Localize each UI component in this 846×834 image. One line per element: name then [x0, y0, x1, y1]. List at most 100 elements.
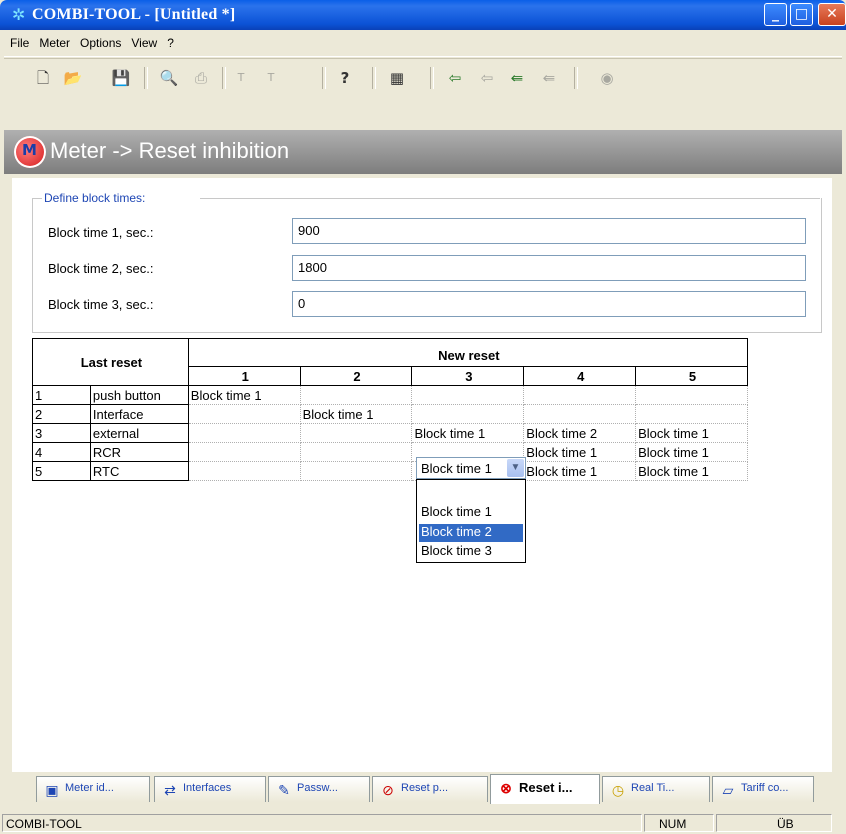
toolbar-separator — [574, 67, 578, 89]
read-all-icon[interactable]: ⇚ — [506, 67, 528, 89]
grid-cell[interactable]: Block time 1 — [523, 461, 637, 481]
table-row: 4 RCR Block time 1 Block time 1 — [32, 442, 752, 462]
title-bar: ✲ COMBI-TOOL - [Untitled *] _ □ ✕ — [0, 0, 846, 30]
new-icon[interactable]: 🗋 — [32, 67, 54, 89]
grid-cell[interactable] — [411, 404, 525, 424]
menu-file[interactable]: File — [4, 36, 34, 50]
row-label: push button — [89, 385, 189, 405]
row-label: Interface — [89, 404, 189, 424]
read-all-dim-icon[interactable]: ⇚ — [538, 67, 560, 89]
grid-cell[interactable] — [523, 385, 637, 405]
block-time-1-input[interactable]: 900 — [292, 218, 806, 244]
toolbar-separator — [322, 67, 326, 89]
tab-reset-inhibition[interactable]: ⊗ Reset i... — [490, 774, 600, 804]
read-dim-icon[interactable]: ⇦ — [476, 67, 498, 89]
menu-options[interactable]: Options — [75, 36, 126, 50]
grid-cell[interactable]: Block time 1 — [411, 423, 525, 443]
tm-icon[interactable]: T — [260, 67, 282, 89]
groupbox-edge — [200, 198, 820, 199]
tab-tariff[interactable]: ▱ Tariff co... — [712, 776, 814, 802]
grid-cell[interactable] — [188, 404, 301, 424]
close-button[interactable]: ✕ — [818, 3, 846, 26]
tab-interfaces[interactable]: ⇄ Interfaces — [154, 776, 266, 802]
tab-label: Meter id... — [65, 782, 114, 794]
grid-cell[interactable] — [188, 423, 301, 443]
menu-help[interactable]: ? — [162, 36, 179, 50]
grid-cell[interactable] — [523, 404, 637, 424]
dropdown-option[interactable]: Block time 1 — [419, 504, 523, 522]
minimize-button[interactable]: _ — [764, 3, 787, 26]
grid-icon[interactable]: ▦ — [386, 67, 408, 89]
tab-label: Interfaces — [183, 782, 232, 794]
grid-cell[interactable] — [300, 461, 413, 481]
row-number: 5 — [32, 461, 91, 481]
grid-cell[interactable]: Block time 2 — [523, 423, 637, 443]
block-time-select[interactable]: Block time 1 ▼ — [416, 457, 526, 479]
grid-cell[interactable] — [300, 442, 413, 462]
app-icon: ✲ — [12, 5, 26, 24]
menu-meter[interactable]: Meter — [34, 36, 75, 50]
block-time-1-label: Block time 1, sec.: — [48, 225, 154, 240]
dropdown-option-selected[interactable]: Block time 2 — [419, 524, 523, 542]
block-time-3-label: Block time 3, sec.: — [48, 297, 154, 312]
print-preview-icon[interactable]: 🔍 — [158, 67, 180, 89]
grid-cell[interactable] — [411, 385, 525, 405]
read-icon[interactable]: ⇦ — [444, 67, 466, 89]
tab-label: Real Ti... — [631, 782, 675, 794]
tab-label: Reset i... — [519, 780, 573, 795]
last-reset-header: Last reset — [32, 338, 189, 386]
grid-cell[interactable] — [188, 461, 301, 481]
window-title: COMBI-TOOL - [Untitled *] — [32, 6, 236, 23]
save-icon[interactable]: 💾 — [110, 67, 132, 89]
grid-cell[interactable]: Block time 1 — [523, 442, 637, 462]
tab-reset-p[interactable]: ⊘ Reset p... — [372, 776, 488, 802]
row-number: 1 — [32, 385, 91, 405]
open-icon[interactable]: 📂 — [62, 67, 84, 89]
tab-real-time[interactable]: ◷ Real Ti... — [602, 776, 710, 802]
row-number: 3 — [32, 423, 91, 443]
status-app: COMBI-TOOL — [2, 814, 642, 832]
row-label: RTC — [89, 461, 189, 481]
grid-cell[interactable] — [635, 385, 748, 405]
disconnect-icon[interactable]: ◉ — [596, 67, 618, 89]
dropdown-option[interactable] — [419, 482, 523, 500]
grid-cell[interactable]: Block time 1 — [300, 404, 413, 424]
grid-cell[interactable] — [300, 385, 413, 405]
groupbox-edge — [32, 198, 42, 199]
block-time-select-value: Block time 1 — [421, 461, 492, 476]
tp-icon[interactable]: T — [230, 67, 252, 89]
reset-inhibition-icon: M — [14, 136, 46, 168]
block-time-2-input[interactable]: 1800 — [292, 255, 806, 281]
grid-cell[interactable]: Block time 1 — [635, 461, 748, 481]
grid-cell[interactable] — [635, 404, 748, 424]
grid-cell[interactable]: Block time 1 — [188, 385, 301, 405]
minimize-icon: _ — [772, 6, 779, 22]
chevron-down-icon[interactable]: ▼ — [507, 459, 524, 477]
row-label: external — [89, 423, 189, 443]
grid-cell[interactable]: Block time 1 — [635, 423, 748, 443]
tab-label: Passw... — [297, 782, 338, 794]
tariff-icon: ▱ — [722, 782, 734, 798]
grid-cell[interactable] — [300, 423, 413, 443]
print-icon[interactable]: ⎙ — [190, 67, 212, 89]
reset-inhibition-icon: ⊗ — [500, 780, 512, 796]
block-time-3-input[interactable]: 0 — [292, 291, 806, 317]
dropdown-option[interactable]: Block time 3 — [419, 543, 523, 561]
tab-label: Reset p... — [401, 782, 449, 794]
grid-cell[interactable]: Block time 1 — [635, 442, 748, 462]
new-reset-header: New reset — [187, 338, 748, 367]
maximize-button[interactable]: □ — [790, 3, 813, 26]
reset-grid: Last reset New reset 1 2 3 4 5 1 push but… — [32, 338, 752, 481]
help-icon[interactable]: ? — [334, 67, 356, 89]
status-bar: COMBI-TOOL NUM ÜB — [2, 812, 844, 834]
tab-password[interactable]: ✎ Passw... — [268, 776, 370, 802]
grid-cell[interactable] — [188, 442, 301, 462]
table-row: 3 external Block time 1 Block time 2 Block t… — [32, 423, 752, 443]
table-row: 2 Interface Block time 1 — [32, 404, 752, 424]
tab-label: Tariff co... — [741, 782, 789, 794]
tab-meter-id[interactable]: ▣ Meter id... — [36, 776, 150, 802]
clock-icon: ◷ — [611, 782, 625, 798]
maximize-icon: □ — [794, 6, 809, 22]
menu-view[interactable]: View — [126, 36, 162, 50]
table-row: 5 RTC Block time 1 Block time 1 — [32, 461, 752, 481]
